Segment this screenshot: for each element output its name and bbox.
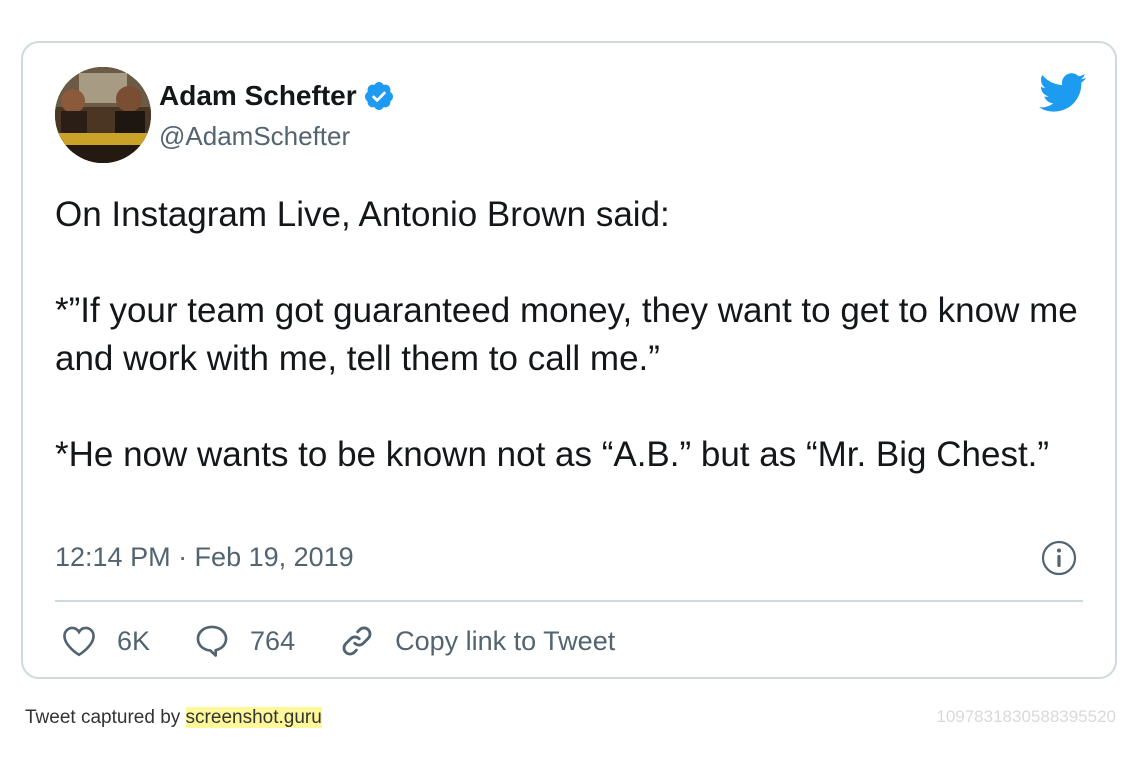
divider [55, 600, 1083, 602]
link-icon [342, 626, 372, 656]
reply-button[interactable]: 764 [194, 624, 295, 658]
twitter-bird-icon[interactable] [1038, 73, 1087, 113]
like-button[interactable]: 6K [61, 625, 150, 657]
avatar[interactable] [55, 67, 151, 163]
heart-icon [63, 626, 95, 657]
info-icon[interactable] [1041, 540, 1077, 576]
tweet-timestamp[interactable]: 12:14 PM · Feb 19, 2019 [55, 540, 354, 574]
user-handle[interactable]: @AdamSchefter [159, 120, 350, 152]
display-name-text[interactable]: Adam Schefter [159, 79, 357, 113]
copy-link-label: Copy link to Tweet [395, 625, 616, 656]
capture-credit: Tweet captured by screenshot.guru [25, 706, 322, 730]
tweet-paragraph: On Instagram Live, Antonio Brown said: [55, 195, 670, 234]
paragraph-spacer [55, 383, 1085, 431]
tweet-text: On Instagram Live, Antonio Brown said: *… [55, 191, 1085, 479]
like-count: 6K [117, 625, 151, 656]
action-bar: 6K 764 Copy link to Tweet [61, 621, 659, 661]
paragraph-spacer [55, 239, 1085, 287]
speech-bubble-icon [196, 625, 228, 657]
display-name[interactable]: Adam Schefter [159, 79, 395, 113]
tweet-paragraph: *He now wants to be known not as “A.B.” … [55, 435, 1050, 474]
copy-link-button[interactable]: Copy link to Tweet [339, 623, 615, 659]
capture-site-link[interactable]: screenshot.guru [185, 707, 322, 728]
tweet-id: 1097831830588395520 [936, 707, 1116, 726]
verified-badge-icon [363, 80, 395, 112]
tweet-card: Adam Schefter @AdamSchefter On Instagram… [21, 41, 1117, 679]
tweet-paragraph: *”If your team got guaranteed money, the… [55, 291, 1088, 378]
capture-credit-text: Tweet captured by [25, 707, 186, 728]
reply-count: 764 [250, 625, 296, 656]
